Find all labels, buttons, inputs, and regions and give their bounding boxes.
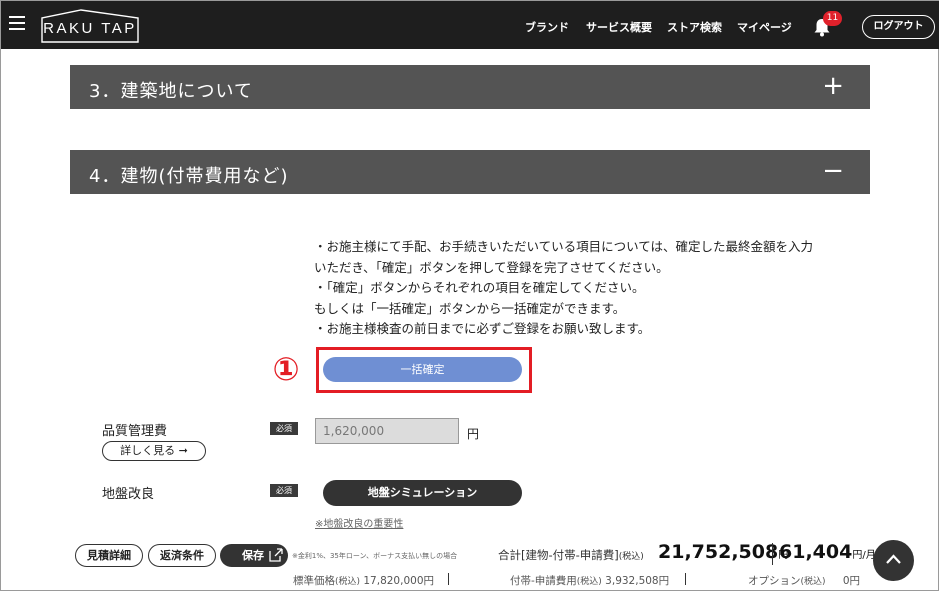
total-amount: 21,752,508円 (658, 541, 788, 563)
option-value: 0円 (842, 575, 861, 587)
note-line: ・お施主様にて手配、お手続きいただいている項目については、確定した最終金額を入力 (314, 239, 814, 254)
note-line: ・「確定」ボタンからそれぞれの項目を確定してください。 (314, 280, 645, 295)
monthly-payment-value: 61,404 (779, 541, 853, 563)
tax-included-label: (税込) (800, 577, 826, 587)
raku-tap-logo[interactable]: RAKU TAP (41, 9, 139, 43)
estimate-detail-button[interactable]: 見積詳細 (75, 544, 143, 567)
quality-fee-label: 品質管理費 (102, 424, 168, 439)
expand-plus-icon[interactable]: + (822, 71, 844, 101)
extra-fees-value: 3,932,508円 (605, 575, 670, 587)
logout-button[interactable]: ログアウト (862, 15, 935, 39)
ground-improvement-label: 地盤改良 (102, 487, 155, 502)
required-badge: 必須 (270, 484, 298, 497)
quality-fee-input[interactable] (315, 418, 459, 444)
nav-brand[interactable]: ブランド (525, 19, 569, 35)
nav-service-overview[interactable]: サービス概要 (586, 19, 652, 35)
tax-included-label: (税込) (335, 577, 361, 587)
monthly-payment: 61,404円/月 (779, 541, 876, 563)
divider (448, 573, 449, 585)
tax-included-label: (税込) (618, 552, 644, 562)
extra-fees-label: 付帯-申請費用 (510, 575, 577, 587)
note-line: ・お施主様検査の前日までに必ずご登録をお願い致します。 (314, 321, 651, 336)
annotation-number-1: ① (272, 350, 300, 388)
ground-importance-link[interactable]: ※地盤改良の重要性 (315, 515, 403, 530)
section-building-header[interactable]: 4．建物(付帯費用など) − (70, 150, 870, 194)
tax-included-label: (税込) (576, 577, 602, 587)
required-badge: 必須 (270, 422, 298, 435)
divider (685, 573, 686, 585)
standard-price: 標準価格(税込) 17,820,000円 (293, 573, 434, 588)
scroll-to-top-button[interactable] (873, 540, 914, 581)
yen-unit: 円 (467, 427, 480, 441)
hamburger-menu-icon[interactable] (9, 16, 25, 30)
note-line: もしくは「一括確定」ボタンから一括確定ができます。 (314, 300, 626, 316)
ground-simulation-button[interactable]: 地盤シミュレーション (323, 480, 522, 506)
note-line: いただき、「確定」ボタンを押して登録を完了させてください。 (314, 259, 669, 275)
logo-text: RAKU TAP (43, 20, 137, 37)
chevron-up-icon (886, 554, 901, 564)
nav-my-page[interactable]: マイページ (737, 19, 792, 35)
save-export-icon (269, 548, 283, 562)
standard-price-label: 標準価格 (293, 575, 335, 587)
notification-count-badge: 11 (823, 11, 842, 26)
extra-fees: 付帯-申請費用(税込) 3,932,508円 (510, 573, 669, 588)
total-label-text: 合計[建物-付帯-申請費] (498, 548, 619, 562)
option-fees: オプション(税込) 0円 (748, 573, 860, 588)
section-title: 3．建築地について (89, 81, 253, 102)
loan-condition-note: ※金利1%、35年ローン、ボーナス支払い無しの場合 (292, 552, 458, 560)
instruction-notes: ・お施主様にて手配、お手続きいただいている項目については、確定した最終金額を入力… (314, 237, 813, 340)
see-details-button[interactable]: 詳しく見る ➞ (102, 441, 206, 461)
standard-price-value: 17,820,000円 (363, 575, 434, 587)
section-title: 4．建物(付帯費用など) (89, 166, 289, 187)
total-amount-value: 21,752,508 (658, 541, 779, 563)
save-button[interactable]: 保存 (220, 544, 288, 567)
save-label: 保存 (242, 549, 264, 562)
top-navigation-bar: RAKU TAP ブランド サービス概要 ストア検索 マイページ 11 ログアウ… (1, 1, 939, 49)
collapse-minus-icon[interactable]: − (822, 156, 844, 186)
option-label: オプション (748, 575, 801, 587)
repayment-terms-button[interactable]: 返済条件 (148, 544, 216, 567)
divider (772, 543, 773, 565)
section-building-site-header[interactable]: 3．建築地について + (70, 65, 870, 109)
nav-store-search[interactable]: ストア検索 (667, 19, 722, 35)
total-label: 合計[建物-付帯-申請費](税込) (498, 547, 644, 563)
bulk-confirm-button[interactable]: 一括確定 (323, 357, 522, 382)
